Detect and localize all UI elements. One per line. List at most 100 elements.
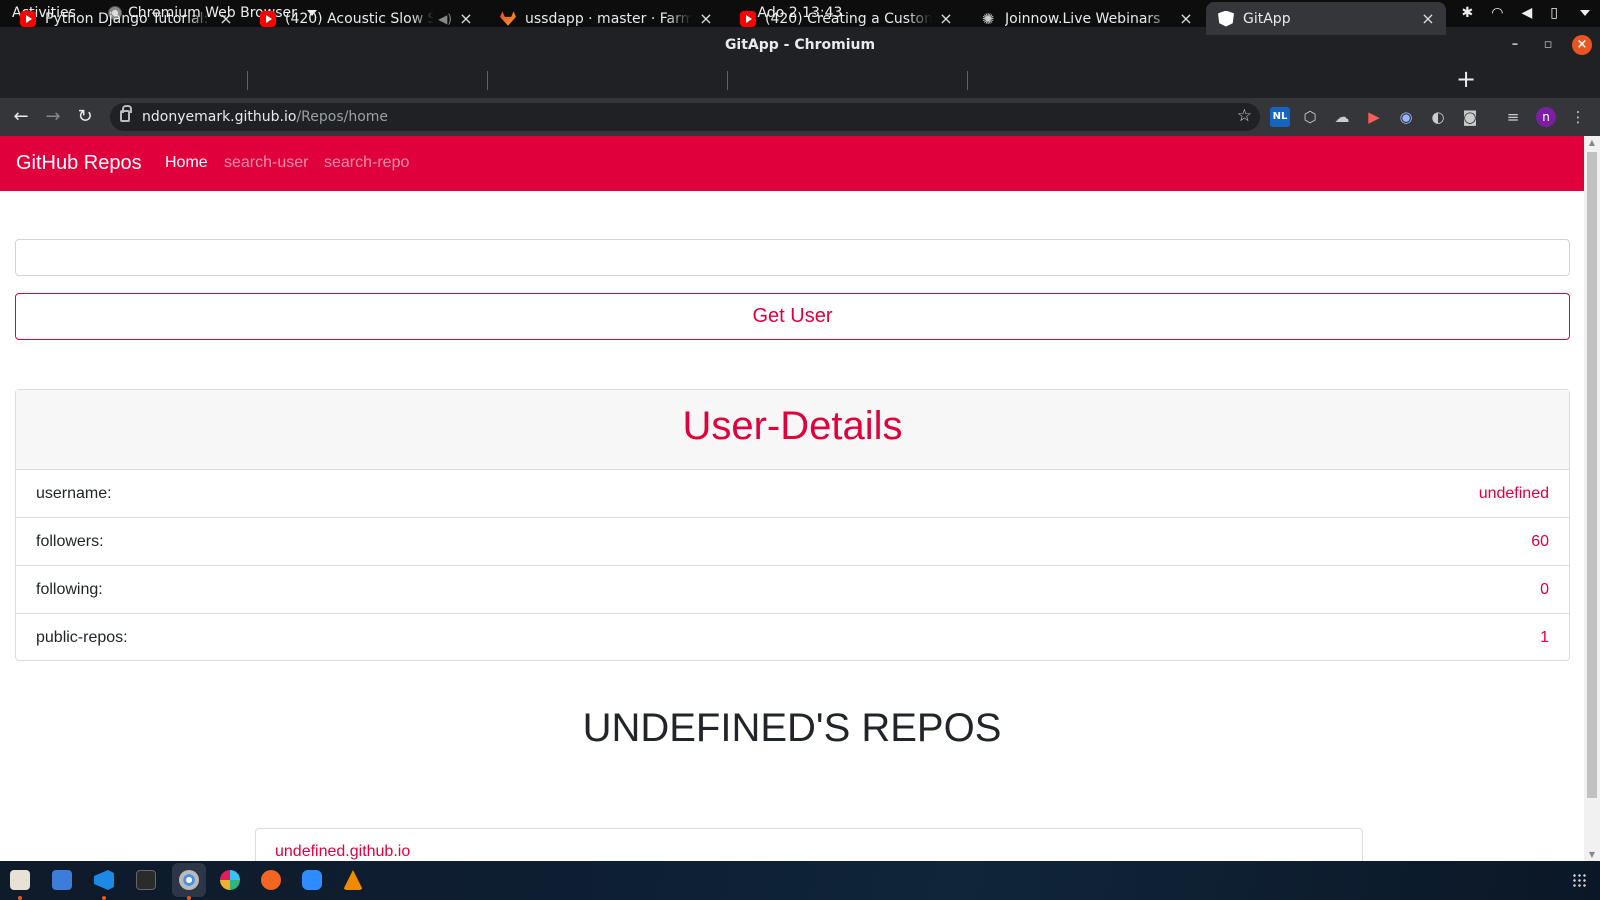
nav-home[interactable]: Home xyxy=(165,154,208,172)
url-host: ndonyemark.github.io xyxy=(142,109,297,125)
profile-avatar[interactable]: n xyxy=(1536,107,1556,127)
files-icon[interactable] xyxy=(10,870,30,890)
media-queue-icon[interactable]: ≡ xyxy=(1503,107,1523,127)
close-tab-icon[interactable]: × xyxy=(458,9,474,28)
youtube-icon xyxy=(740,10,756,27)
audio-playing-icon[interactable]: ◀) xyxy=(438,12,452,26)
tray-caret-icon xyxy=(1580,10,1590,16)
brand-link[interactable]: GitHub Repos xyxy=(16,152,142,175)
tab-separator xyxy=(487,71,488,90)
text-editor-icon[interactable] xyxy=(52,870,72,890)
url-path: /Repos/home xyxy=(296,109,389,125)
repo-link[interactable]: undefined.github.io xyxy=(275,843,410,861)
close-tab-icon[interactable]: × xyxy=(938,9,954,28)
tab-ussdapp[interactable]: ussdapp · master · Farmer × xyxy=(488,2,724,35)
repos-heading: UNDEFINED'S REPOS xyxy=(582,706,1002,750)
slack-icon: ✱ xyxy=(1461,5,1474,21)
address-bar[interactable]: ndonyemark.github.io/Repos/home ☆ xyxy=(110,103,1260,131)
show-apps-grid-icon[interactable] xyxy=(1572,873,1586,887)
angular-icon xyxy=(1218,10,1234,27)
detail-label: followers: xyxy=(36,533,104,550)
minimize-icon[interactable]: – xyxy=(1505,35,1525,55)
tab-title: Joinnow.Live Webinars xyxy=(1005,10,1161,27)
forward-icon[interactable]: → xyxy=(40,104,66,130)
postman-icon[interactable] xyxy=(261,870,281,890)
detail-label: following: xyxy=(36,581,103,598)
tab-custom[interactable]: (420) Creating a Custom U × xyxy=(728,2,964,35)
youtube-icon xyxy=(260,10,276,27)
nl-extension-icon[interactable]: NL xyxy=(1270,107,1290,127)
close-tab-icon[interactable]: × xyxy=(1420,9,1436,28)
maximize-icon[interactable]: ▫ xyxy=(1538,35,1558,55)
slack-dock-icon[interactable] xyxy=(220,870,240,890)
scroll-up-icon[interactable]: ▲ xyxy=(1587,138,1597,147)
running-indicator xyxy=(102,896,106,900)
nav-search-repo[interactable]: search-repo xyxy=(324,154,409,172)
detail-value: undefined xyxy=(1478,485,1549,502)
circle-extension-icon[interactable]: ◐ xyxy=(1428,107,1448,127)
running-indicator xyxy=(18,896,22,900)
page-viewport: GitHub Repos Home search-user search-rep… xyxy=(0,136,1584,861)
user-details-card: User-Details username: undefined followe… xyxy=(15,389,1570,661)
tab-separator xyxy=(967,71,968,90)
lock-icon[interactable] xyxy=(120,105,132,122)
close-tab-icon[interactable]: × xyxy=(1178,9,1194,28)
video-extension-icon[interactable]: ▶ xyxy=(1364,107,1384,127)
running-indicator xyxy=(187,896,191,900)
youtube-icon xyxy=(20,10,36,27)
page-scrollbar[interactable]: ▲ ▼ xyxy=(1584,136,1600,861)
taskbar xyxy=(0,861,1600,900)
system-tray[interactable]: ✱ ◠ ◀ ▯ xyxy=(1429,4,1590,22)
close-window-icon[interactable]: × xyxy=(1572,35,1592,55)
reload-icon[interactable]: ↻ xyxy=(72,104,98,130)
nav-search-user[interactable]: search-user xyxy=(224,154,308,172)
close-tab-icon[interactable]: × xyxy=(218,9,234,28)
url-text[interactable]: ndonyemark.github.io/Repos/home xyxy=(142,109,388,125)
repo-card: undefined.github.io xyxy=(255,828,1363,861)
scrollbar-thumb[interactable] xyxy=(1587,152,1597,798)
detail-row-username: username: undefined xyxy=(16,470,1569,518)
close-tab-icon[interactable]: × xyxy=(698,9,714,28)
gitlab-icon xyxy=(500,11,516,26)
ring-extension-icon[interactable]: ◉ xyxy=(1396,107,1416,127)
tab-django[interactable]: Python Django Tutorial: D × xyxy=(8,2,244,35)
detail-label: public-repos: xyxy=(36,629,128,646)
detail-value: 60 xyxy=(1531,533,1549,550)
detail-row-public-repos: public-repos: 1 xyxy=(16,614,1569,662)
vlc-icon[interactable] xyxy=(343,870,363,890)
joinnow-icon: ✺ xyxy=(981,9,995,28)
get-user-button[interactable]: Get User xyxy=(15,293,1570,340)
user-details-title: User-Details xyxy=(16,390,1569,470)
detail-label: username: xyxy=(36,485,112,502)
camera-extension-icon[interactable]: ◙ xyxy=(1460,107,1480,127)
zoom-icon[interactable] xyxy=(302,870,322,890)
cube-extension-icon[interactable]: ⬡ xyxy=(1300,107,1320,127)
bookmark-star-icon[interactable]: ☆ xyxy=(1237,106,1252,126)
tab-gitapp[interactable]: GitApp × xyxy=(1206,2,1446,35)
vscode-icon[interactable] xyxy=(94,870,114,890)
tab-separator xyxy=(727,71,728,90)
back-icon[interactable]: ← xyxy=(8,104,34,130)
tab-title: Python Django Tutorial: D xyxy=(45,10,212,27)
cloud-extension-icon[interactable]: ☁ xyxy=(1332,107,1352,127)
new-tab-button[interactable]: + xyxy=(1456,63,1476,96)
tab-title: ussdapp · master · Farmer xyxy=(525,10,692,27)
scroll-down-icon[interactable]: ▼ xyxy=(1587,850,1597,859)
tab-title: (420) Creating a Custom U xyxy=(765,10,932,27)
browser-toolbar: ← → ↻ ndonyemark.github.io/Repos/home ☆ … xyxy=(0,98,1600,136)
tab-strip xyxy=(0,63,1600,98)
tab-acoustic[interactable]: (420) Acoustic Slow So ◀) × xyxy=(248,2,484,35)
tab-title: GitApp xyxy=(1243,10,1291,27)
chromium-dock-icon[interactable] xyxy=(179,870,199,890)
username-input[interactable] xyxy=(15,239,1570,276)
detail-value: 0 xyxy=(1540,581,1549,598)
menu-kebab-icon[interactable]: ⋮ xyxy=(1568,107,1588,127)
tab-joinnow[interactable]: ✺ Joinnow.Live Webinars × xyxy=(968,2,1204,35)
app-navbar: GitHub Repos Home search-user search-rep… xyxy=(0,136,1584,191)
volume-icon: ◀ xyxy=(1521,5,1533,21)
tab-separator xyxy=(247,71,248,90)
tab-title: (420) Acoustic Slow So xyxy=(285,10,435,27)
terminal-icon[interactable] xyxy=(136,870,156,890)
window-title: GitApp - Chromium xyxy=(724,37,876,53)
detail-value: 1 xyxy=(1540,629,1549,646)
